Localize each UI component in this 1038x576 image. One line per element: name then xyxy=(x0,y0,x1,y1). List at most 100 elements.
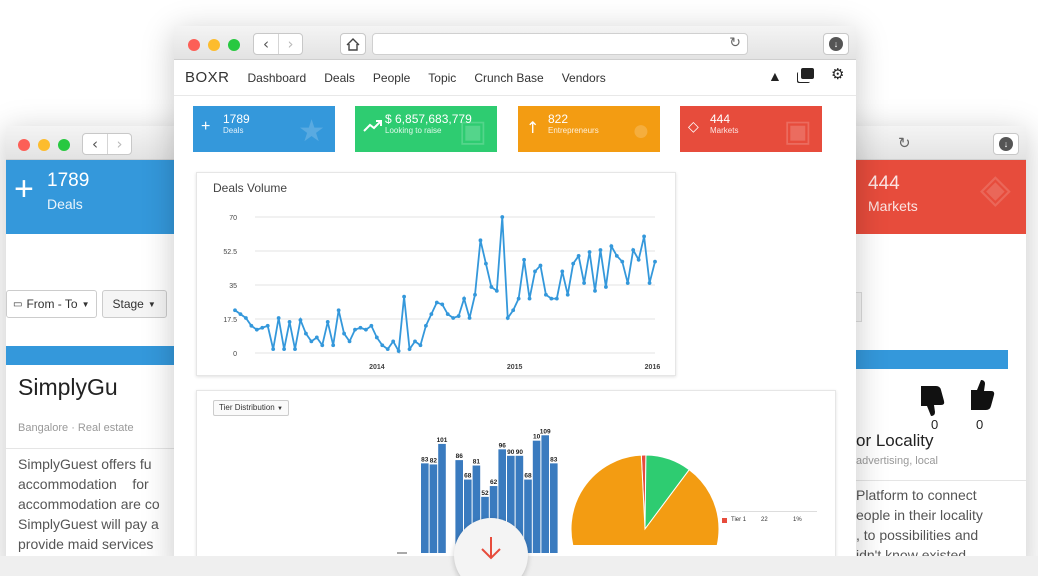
deals-point xyxy=(582,281,586,285)
deals-point xyxy=(413,339,417,344)
deals-point xyxy=(249,323,254,328)
deals-point xyxy=(276,316,281,320)
deals-point xyxy=(500,215,505,219)
deals-point xyxy=(604,285,608,289)
main-nav-buttons: ‹ › xyxy=(253,33,303,55)
date-filter-button[interactable]: ▭ From - To ▼ xyxy=(6,290,97,318)
plus-icon: + xyxy=(14,170,34,208)
download-button[interactable]: ↓ xyxy=(823,33,849,55)
bag-icon: ▣ xyxy=(458,115,487,148)
markets-tile[interactable]: ◇ 444 Markets ▣ xyxy=(680,106,822,152)
deals-point xyxy=(593,288,597,293)
thumbs-up-count: 0 xyxy=(976,417,984,432)
entrepreneurs-tile[interactable]: ↑ 822 Entrepreneurs ● xyxy=(518,106,660,152)
deals-point xyxy=(391,339,396,344)
left-stat-label: Deals xyxy=(47,196,83,212)
nav-vendors[interactable]: Vendors xyxy=(562,71,606,85)
right-desc-line: Platform to connect xyxy=(856,487,977,503)
brand-logo[interactable]: BOXR xyxy=(185,69,230,86)
bar-data-label: 62 xyxy=(490,479,498,486)
deals-point xyxy=(331,343,336,348)
deals-point xyxy=(396,349,401,353)
deals-point xyxy=(445,312,450,317)
nav-crunch-base[interactable]: Crunch Base xyxy=(474,71,543,85)
gear-icon[interactable]: ⚙ xyxy=(831,65,844,83)
deals-point xyxy=(347,339,352,344)
chat-icon[interactable] xyxy=(801,68,814,79)
download-button[interactable]: ↓ xyxy=(993,133,1019,155)
star-icon: ★ xyxy=(298,115,325,148)
tier-distribution-dropdown[interactable]: Tier Distribution ▼ xyxy=(213,400,289,416)
tier-bar xyxy=(438,443,446,553)
nav-topic[interactable]: Topic xyxy=(428,71,456,85)
right-company-description: Platform to connect eople in their locali… xyxy=(856,485,983,565)
nav-dashboard[interactable]: Dashboard xyxy=(248,71,307,85)
nav-deals[interactable]: Deals xyxy=(324,71,355,85)
deals-point xyxy=(254,327,259,332)
deals-point xyxy=(304,331,308,336)
left-desc-line: accommodation are co xyxy=(18,496,160,512)
deals-point xyxy=(260,325,265,330)
right-card-header-bar xyxy=(856,350,1008,369)
deals-point xyxy=(511,308,516,313)
deals-volume-panel: Deals Volume 0 17.5 35 52.5 70 2014 2015 2016 xyxy=(196,172,676,376)
person-icon: ● xyxy=(631,114,650,147)
bar-data-label: 101 xyxy=(437,437,448,444)
home-button[interactable] xyxy=(340,33,366,55)
arrow-up-icon: ↑ xyxy=(526,118,540,137)
deals-tile[interactable]: + 1789 Deals ★ xyxy=(193,106,335,152)
trend-up-icon xyxy=(363,120,382,132)
back-arrow-icon[interactable]: ‹ xyxy=(83,134,107,154)
deals-point xyxy=(489,285,494,289)
url-bar[interactable]: ↻ xyxy=(372,33,748,55)
reload-icon[interactable]: ↻ xyxy=(729,35,741,51)
forward-arrow-icon[interactable]: › xyxy=(278,34,302,54)
tier-bar xyxy=(421,463,429,553)
home-icon xyxy=(346,37,360,51)
maximize-dot-icon[interactable] xyxy=(58,139,70,151)
close-dot-icon[interactable] xyxy=(188,39,200,51)
deals-point xyxy=(549,296,554,301)
left-company-description: SimplyGuest offers fu accommodation for ac… xyxy=(18,454,160,554)
raise-tile[interactable]: $ 6,857,683,779 Looking to raise ▣ xyxy=(355,106,497,152)
minimize-dot-icon[interactable] xyxy=(38,139,50,151)
nav-people[interactable]: People xyxy=(373,71,410,85)
stage-filter-button[interactable]: Stage ▼ xyxy=(101,290,167,318)
thumbs-up-icon[interactable] xyxy=(968,378,998,412)
tier1-count: 22 xyxy=(761,517,768,523)
warning-icon[interactable]: ▲ xyxy=(768,68,782,84)
bar-data-label: 83 xyxy=(421,456,429,463)
deals-point xyxy=(467,316,472,320)
close-dot-icon[interactable] xyxy=(18,139,30,151)
minimize-dot-icon[interactable] xyxy=(208,39,220,51)
tag-icon: ◇ xyxy=(688,118,699,134)
right-company-name[interactable]: or Locality xyxy=(856,431,933,451)
tier-bar xyxy=(550,463,558,553)
tier-bar xyxy=(532,440,541,553)
main-browser-window: ‹ › ↻ ↓ BOXR Dashboard Deals People Topic… xyxy=(174,26,856,576)
deals-point xyxy=(647,281,652,285)
forward-arrow-icon[interactable]: › xyxy=(107,134,131,154)
caret-down-icon: ▼ xyxy=(147,299,156,309)
deals-point xyxy=(614,253,619,258)
x-tick-label: 2016 xyxy=(645,364,661,371)
deals-point xyxy=(653,259,657,264)
deals-point xyxy=(494,288,499,293)
x-tick-label: 2015 xyxy=(507,364,523,371)
left-company-name[interactable]: SimplyGu xyxy=(18,374,118,401)
arrow-down-icon xyxy=(481,537,501,560)
download-icon: ↓ xyxy=(999,137,1013,151)
tier-legend-row: Tier 1 22 1% xyxy=(722,511,817,523)
back-arrow-icon[interactable]: ‹ xyxy=(254,34,278,54)
bag-icon: ▣ xyxy=(783,115,812,148)
calendar-icon: ▭ xyxy=(13,298,23,310)
deals-point xyxy=(418,343,423,348)
maximize-dot-icon[interactable] xyxy=(228,39,240,51)
left-desc-line: SimplyGuest offers fu xyxy=(18,456,152,472)
left-desc-line: SimplyGuest will pay a xyxy=(18,516,159,532)
thumbs-down-icon[interactable] xyxy=(918,384,948,418)
deals-point xyxy=(385,347,390,352)
bar-data-label: 109 xyxy=(540,428,551,435)
deals-point xyxy=(484,261,488,266)
reload-icon[interactable]: ↻ xyxy=(898,134,911,152)
